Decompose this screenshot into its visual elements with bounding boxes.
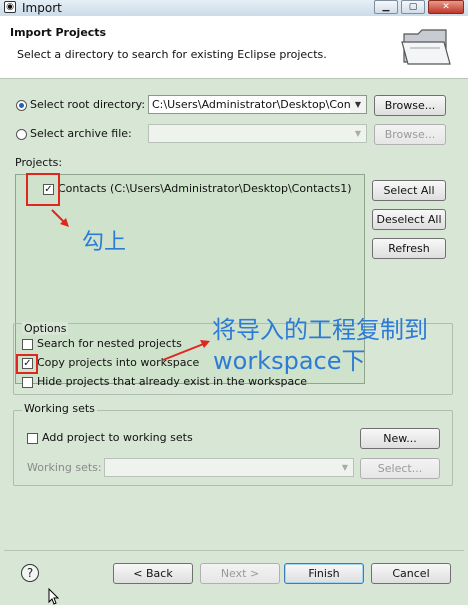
copy-annotation-line2: workspace下 (213, 347, 366, 375)
check-annotation: 勾上 (82, 230, 127, 255)
arrow-to-copy-note (162, 342, 207, 361)
annotation-arrows (51, 209, 210, 361)
copy-annotation-line1: 将导入的工程复制到 (212, 316, 428, 344)
